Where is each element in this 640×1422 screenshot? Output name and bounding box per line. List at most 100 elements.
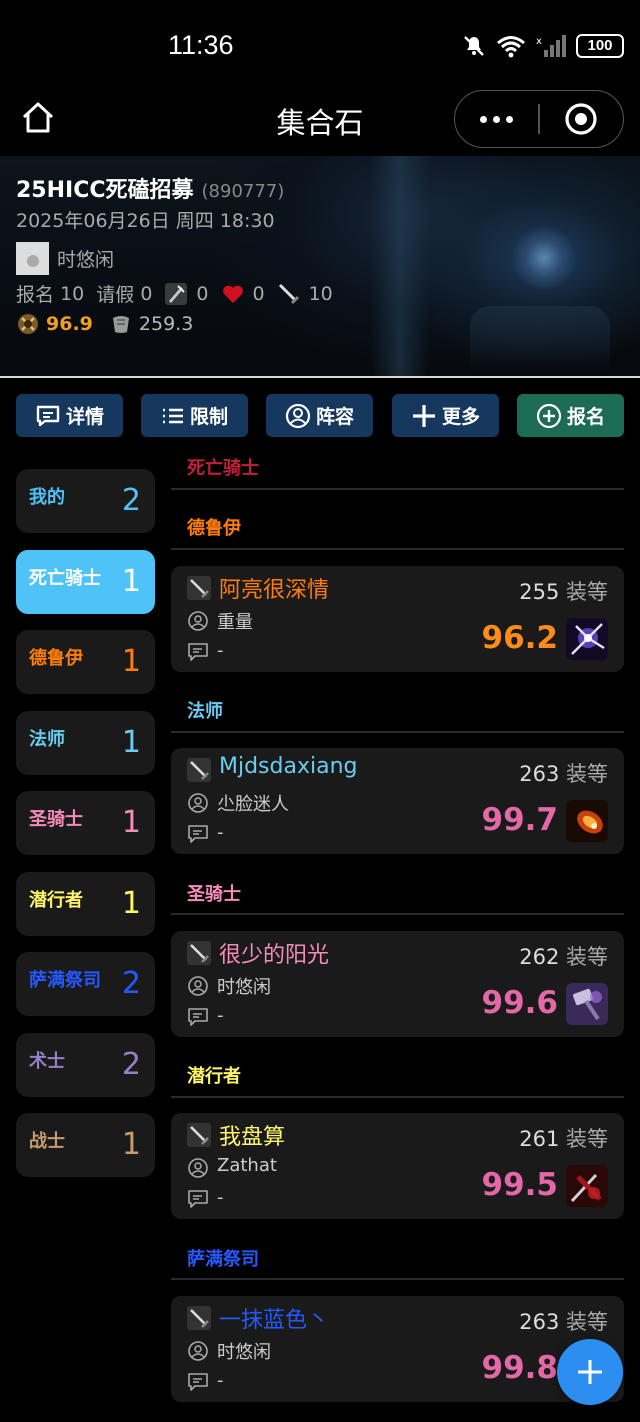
comment-icon xyxy=(188,1373,208,1391)
sidebar-item-mage[interactable]: 法师 1 xyxy=(16,711,155,775)
status-bar: 11:36 x 100 xyxy=(0,0,640,90)
list-icon xyxy=(162,408,183,423)
member-name: 很少的阳光 xyxy=(219,943,330,968)
event-counts: 报名 10 请假 0 0 0 10 xyxy=(16,280,333,307)
dps-count: 10 xyxy=(308,282,333,305)
member-card[interactable]: 一抹蓝色丶 263 装等 时悠闲 - 99.8 xyxy=(171,1296,624,1402)
user-icon xyxy=(188,1341,208,1361)
member-score: 99.5 xyxy=(481,1167,559,1203)
member-note: - xyxy=(217,1005,224,1026)
arcane-burst-icon xyxy=(566,618,608,660)
member-spec: 尐脸迷人 xyxy=(217,794,289,815)
member-card[interactable]: 我盘算 261 装等 Zathat - 99.5 xyxy=(171,1113,624,1219)
sword-icon xyxy=(187,758,211,782)
sidebar-item-druid[interactable]: 德鲁伊 1 xyxy=(16,630,155,694)
sidebar-item-count: 1 xyxy=(121,564,141,599)
wifi-icon xyxy=(497,36,525,58)
details-label: 详情 xyxy=(65,406,104,428)
member-score: 99.8 xyxy=(481,1350,559,1386)
fire-icon xyxy=(566,800,608,842)
avg-score: 96.9 xyxy=(46,313,93,335)
sidebar-item-warlock[interactable]: 术士 2 xyxy=(16,1033,155,1097)
lineup-button[interactable]: 阵容 xyxy=(266,394,373,437)
sidebar-item-label: 术士 xyxy=(29,1051,65,1072)
sidebar-item-count: 2 xyxy=(121,1047,141,1082)
sword-icon xyxy=(187,576,211,600)
sidebar-item-count: 1 xyxy=(121,644,141,679)
ilvl-value: 255 xyxy=(519,580,560,604)
member-spec: Zathat xyxy=(217,1155,277,1176)
event-id: (890777) xyxy=(201,181,285,202)
member-card[interactable]: Mjdsdaxiang 263 装等 尐脸迷人 - 99.7 xyxy=(171,748,624,854)
plus-icon xyxy=(578,1360,602,1384)
member-score: 99.7 xyxy=(481,802,559,838)
signup-count: 10 xyxy=(60,282,85,305)
comment-icon xyxy=(188,643,208,661)
event-title: 25HICC死磕招募 xyxy=(16,178,194,203)
chat-bubble-icon xyxy=(36,405,60,426)
sidebar-item-mine[interactable]: 我的 2 xyxy=(16,469,155,533)
mini-program-capsule xyxy=(454,90,624,148)
member-card[interactable]: 很少的阳光 262 装等 时悠闲 - 99.6 xyxy=(171,931,624,1037)
healer-count: 0 xyxy=(252,282,265,305)
leave-label: 请假 xyxy=(96,284,135,306)
member-ilvl: 263 装等 xyxy=(519,1306,608,1336)
section-title-paladin: 圣骑士 xyxy=(187,884,241,905)
member-score: 96.2 xyxy=(481,620,559,656)
sidebar-item-label: 德鲁伊 xyxy=(29,648,83,669)
user-icon xyxy=(188,793,208,813)
member-name: 一抹蓝色丶 xyxy=(219,1308,330,1333)
details-button[interactable]: 详情 xyxy=(16,394,123,437)
sword-icon xyxy=(187,941,211,965)
member-note: - xyxy=(217,640,224,661)
sidebar-item-paladin[interactable]: 圣骑士 1 xyxy=(16,791,155,855)
sword-icon xyxy=(278,283,299,304)
event-datetime: 2025年06月26日 周四 18:30 xyxy=(16,210,275,232)
signup-label: 报名 xyxy=(566,406,605,428)
armor-icon xyxy=(112,316,129,333)
sidebar-item-rogue[interactable]: 潜行者 1 xyxy=(16,872,155,936)
member-ilvl: 263 装等 xyxy=(519,758,608,788)
sidebar-item-label: 我的 xyxy=(29,487,65,508)
add-fab-button[interactable] xyxy=(557,1339,623,1405)
avatar xyxy=(16,242,49,275)
section-title-shaman: 萨满祭司 xyxy=(187,1249,259,1270)
sidebar-item-count: 1 xyxy=(121,1127,141,1162)
close-button[interactable] xyxy=(540,91,623,147)
tank-icon xyxy=(165,282,188,305)
signup-button[interactable]: 报名 xyxy=(517,394,624,437)
sidebar-item-warrior[interactable]: 战士 1 xyxy=(16,1113,155,1177)
section-title-rogue: 潜行者 xyxy=(187,1066,241,1087)
event-header: 25HICC死磕招募 (890777) 2025年06月26日 周四 18:30… xyxy=(0,156,640,376)
sidebar-item-label: 法师 xyxy=(29,729,65,750)
sword-icon xyxy=(187,1123,211,1147)
more-menu-button[interactable] xyxy=(455,91,538,147)
sidebar-item-label: 死亡骑士 xyxy=(29,568,101,589)
sidebar-item-shaman[interactable]: 萨满祭司 2 xyxy=(16,952,155,1016)
section-divider xyxy=(171,731,624,733)
section-title-death-knight: 死亡骑士 xyxy=(187,458,259,479)
ilvl-unit: 装等 xyxy=(566,580,608,604)
ilvl-value: 262 xyxy=(519,945,560,969)
user-icon xyxy=(188,1158,208,1178)
ilvl-value: 261 xyxy=(519,1127,560,1151)
banner-glow xyxy=(512,226,576,290)
ilvl-unit: 装等 xyxy=(566,762,608,786)
member-note: - xyxy=(217,1187,224,1208)
sidebar-item-label: 战士 xyxy=(29,1131,65,1152)
event-scores: 96.9 259.3 xyxy=(16,312,193,336)
divider xyxy=(0,376,640,378)
leave-count: 0 xyxy=(140,282,153,305)
sidebar-item-death-knight[interactable]: 死亡骑士 1 xyxy=(16,550,155,614)
more-button[interactable]: 更多 xyxy=(392,394,499,437)
action-bar: 详情 限制 阵容 更多 报名 xyxy=(16,394,624,438)
status-time: 11:36 xyxy=(168,30,234,60)
more-label: 更多 xyxy=(441,406,480,428)
ilvl-value: 263 xyxy=(519,762,560,786)
limits-button[interactable]: 限制 xyxy=(141,394,248,437)
target-icon xyxy=(565,103,597,135)
event-leader[interactable]: 时悠闲 xyxy=(16,242,114,275)
member-card[interactable]: 阿亮很深情 255 装等 重量 - 96.2 xyxy=(171,566,624,672)
comment-icon xyxy=(188,825,208,843)
sidebar-item-count: 2 xyxy=(121,966,141,1001)
